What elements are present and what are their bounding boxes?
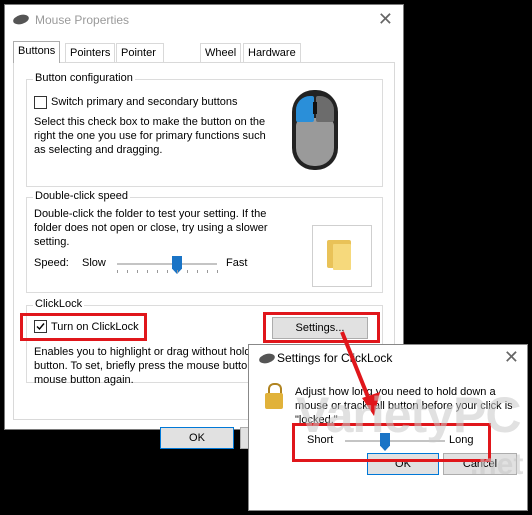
slider-tick xyxy=(147,270,148,273)
button-config-desc-3: as selecting and dragging. xyxy=(34,144,163,156)
tab-buttons[interactable]: Buttons xyxy=(13,41,61,63)
speed-slider-track[interactable] xyxy=(117,263,217,265)
double-click-desc-3: setting. xyxy=(34,236,70,248)
ok-button[interactable]: OK xyxy=(160,427,234,449)
slow-label: Slow xyxy=(82,257,106,269)
group-label: Double-click speed xyxy=(33,190,130,202)
group-label: Button configuration xyxy=(33,72,135,84)
scroll-wheel xyxy=(313,102,317,114)
slider-tick xyxy=(187,270,188,273)
highlight-clicklock-checkbox xyxy=(20,313,147,341)
button-config-desc-2: right the one you use for primary functi… xyxy=(34,130,266,142)
slider-tick xyxy=(157,270,158,273)
slider-tick xyxy=(207,270,208,273)
slider-tick xyxy=(137,270,138,273)
slider-tick xyxy=(127,270,128,273)
clicklock-desc-2: button. To set, briefly press the mouse … xyxy=(34,360,254,372)
tab-pointer-options[interactable]: Pointer Options xyxy=(116,43,164,77)
primary-button-highlight xyxy=(296,96,314,122)
double-click-desc-2: folder does not open or close, try using… xyxy=(34,222,268,234)
test-folder-area[interactable] xyxy=(312,225,372,287)
switch-buttons-label: Switch primary and secondary buttons xyxy=(51,96,238,108)
tab-wheel[interactable]: Wheel xyxy=(200,43,242,62)
group-label: ClickLock xyxy=(33,298,85,310)
fast-label: Fast xyxy=(226,257,248,269)
dialog-close-button[interactable]: ✕ xyxy=(504,347,519,367)
slider-tick xyxy=(117,270,118,273)
slider-tick xyxy=(217,270,218,273)
tab-pointers[interactable]: Pointers xyxy=(65,43,116,62)
slider-tick xyxy=(197,270,198,273)
watermark-suffix: .net xyxy=(470,448,524,481)
speed-label: Speed: xyxy=(34,257,69,269)
close-button[interactable]: ✕ xyxy=(378,9,393,29)
slider-tick xyxy=(167,270,168,273)
mouse-icon xyxy=(12,13,30,26)
mouse-icon xyxy=(258,352,276,365)
double-click-desc-1: Double-click the folder to test your set… xyxy=(34,208,267,220)
mouse-illustration xyxy=(292,90,338,170)
switch-buttons-checkbox[interactable] xyxy=(34,96,47,109)
slider-tick xyxy=(177,270,178,273)
clicklock-desc-3: mouse button again. xyxy=(34,374,134,386)
window-title: Mouse Properties xyxy=(35,13,130,27)
button-config-desc-1: Select this check box to make the button… xyxy=(34,116,266,128)
tab-hardware[interactable]: Hardware xyxy=(243,43,301,62)
lock-icon xyxy=(265,393,283,409)
clicklock-desc-1: Enables you to highlight or drag without… xyxy=(34,346,253,358)
watermark-brand: VarietyPC xyxy=(296,387,521,443)
title-bar: Mouse Properties ✕ xyxy=(5,5,403,35)
